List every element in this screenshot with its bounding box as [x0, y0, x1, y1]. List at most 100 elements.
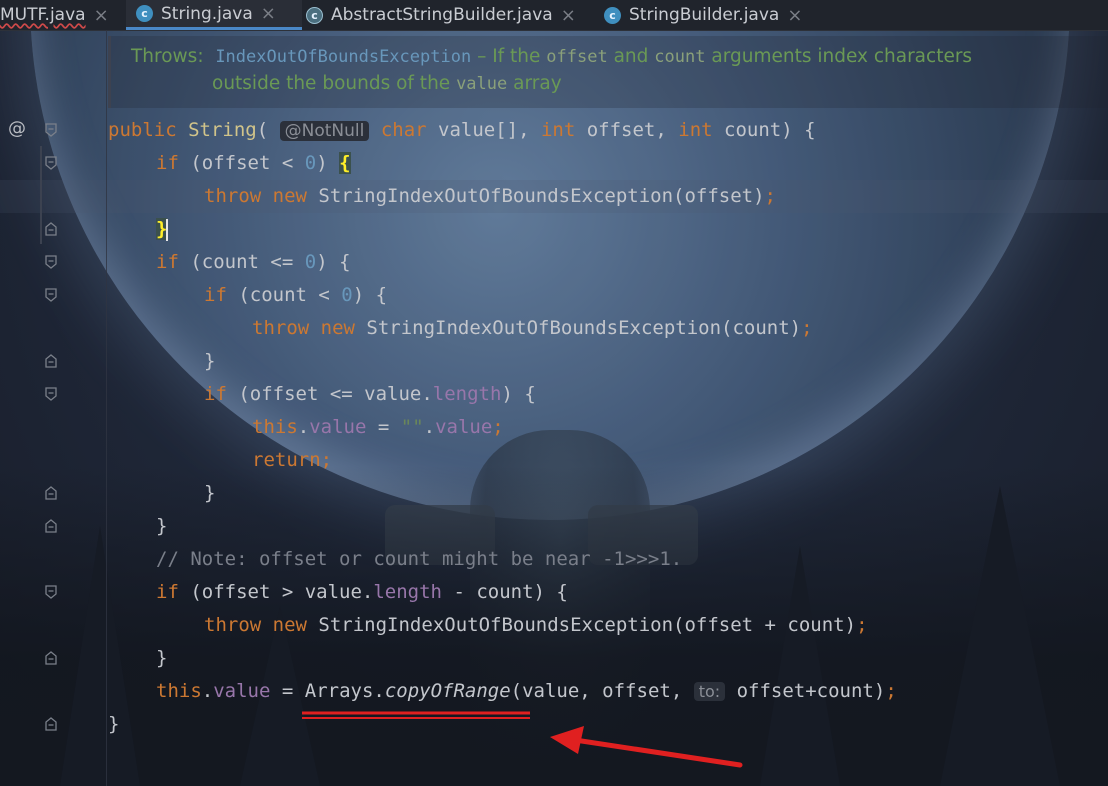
fold-close-icon[interactable] — [44, 354, 58, 368]
code-token: StringIndexOutOfBoundsException — [354, 317, 722, 339]
code-line-2[interactable]: if (offset < 0) { — [156, 151, 351, 175]
tab-label: AbstractStringBuilder.java — [331, 5, 553, 25]
notnull-inlay: @NotNull — [279, 121, 370, 141]
fold-close-icon[interactable] — [44, 651, 58, 665]
code-line-17[interactable]: } — [156, 646, 167, 670]
code-token: } — [156, 515, 168, 537]
code-line-16[interactable]: throw new StringIndexOutOfBoundsExceptio… — [204, 613, 868, 637]
punctuation: ; — [320, 449, 333, 471]
tree — [60, 526, 140, 786]
rendered-javadoc: Throws: IndexOutOfBoundsException – If t… — [108, 36, 1108, 108]
code-token: (offset + count) — [673, 614, 857, 636]
code-line-12[interactable]: } — [204, 481, 215, 505]
tab-label: String.java — [161, 3, 253, 24]
code-line-18[interactable]: this.value = Arrays.copyOfRange(value, o… — [156, 679, 897, 704]
code-token: (count) — [721, 317, 802, 339]
field: length — [373, 581, 442, 603]
fold-open-icon[interactable] — [44, 288, 58, 302]
text-caret — [166, 218, 169, 241]
class-icon: c — [136, 5, 153, 22]
keyword: int — [540, 119, 576, 141]
class-icon: c — [604, 6, 621, 24]
code-token: count) { — [712, 119, 816, 141]
field: value — [213, 680, 271, 702]
fold-close-icon[interactable] — [44, 222, 58, 236]
fold-open-icon[interactable] — [44, 585, 58, 599]
doc-text: arguments index characters — [705, 46, 973, 67]
code-token: (offset > value. — [178, 581, 374, 603]
change-marker — [40, 146, 42, 244]
code-line-7[interactable]: throw new StringIndexOutOfBoundsExceptio… — [252, 316, 813, 340]
code-token: = — [366, 416, 401, 438]
fold-open-icon[interactable] — [44, 156, 58, 170]
code-line-3[interactable]: throw new StringIndexOutOfBoundsExceptio… — [204, 184, 776, 208]
code-token: (count < — [226, 284, 342, 306]
doc-code: count — [654, 47, 706, 67]
number: 0 — [341, 284, 353, 306]
keyword: throw — [204, 185, 262, 207]
tab-abstract-string-builder[interactable]: c AbstractStringBuilder.java × — [306, 0, 596, 30]
keyword: throw — [204, 614, 262, 636]
code-line-10[interactable]: this.value = "".value; — [252, 415, 504, 439]
override-marker-icon[interactable]: @ — [8, 118, 26, 139]
keyword: new — [272, 185, 307, 207]
code-token: StringIndexOutOfBoundsException — [306, 185, 674, 207]
close-icon[interactable]: × — [261, 3, 276, 24]
static-method-call[interactable]: copyOfRange — [385, 680, 511, 702]
code-token: - count) { — [442, 581, 568, 603]
keyword: char — [380, 119, 427, 141]
fold-close-icon[interactable] — [44, 519, 58, 533]
tab-mutf[interactable]: MUTF.java × — [0, 0, 126, 30]
code-token: } — [156, 647, 168, 669]
keyword: return — [252, 449, 321, 471]
number: 0 — [304, 251, 317, 273]
fold-close-icon[interactable] — [44, 717, 58, 731]
code-token: ) { — [352, 284, 388, 306]
tree — [940, 486, 1060, 786]
class-ref: Arrays. — [304, 680, 385, 702]
code-line-14[interactable]: // Note: offset or count might be near -… — [156, 547, 682, 571]
code-line-19[interactable]: } — [108, 712, 119, 736]
javadoc-throws-line: Throws: IndexOutOfBoundsException – If t… — [131, 46, 972, 67]
exception-link[interactable]: IndexOutOfBoundsException — [215, 47, 471, 67]
fold-open-icon[interactable] — [44, 255, 58, 269]
doc-code: value — [456, 74, 508, 94]
fold-open-icon[interactable] — [44, 123, 58, 137]
code-token: . — [423, 416, 436, 438]
code-line-9[interactable]: if (offset <= value.length) { — [204, 382, 536, 406]
keyword: if — [204, 383, 227, 405]
tree — [760, 546, 840, 786]
tab-string-java[interactable]: c String.java × — [126, 0, 302, 30]
keyword: if — [204, 284, 227, 306]
code-line-4[interactable]: } — [156, 217, 169, 241]
constructor-name: String — [188, 119, 257, 141]
doc-text: – If the — [471, 46, 547, 67]
fold-open-icon[interactable] — [44, 387, 58, 401]
close-icon[interactable]: × — [561, 5, 576, 26]
code-line-11[interactable]: return; — [252, 448, 332, 472]
tab-label: StringBuilder.java — [629, 5, 780, 25]
keyword: throw — [252, 317, 310, 339]
fold-close-icon[interactable] — [44, 486, 58, 500]
keyword: if — [156, 152, 179, 174]
tab-label: MUTF.java — [0, 5, 86, 25]
code-line-13[interactable]: } — [156, 514, 167, 538]
code-token: (value, offset, — [510, 680, 694, 702]
close-icon[interactable]: × — [787, 5, 802, 26]
code-token: . — [201, 680, 214, 702]
field: value — [309, 416, 367, 438]
close-icon[interactable]: × — [94, 5, 109, 26]
matched-brace: { — [339, 152, 351, 174]
code-token: offset, — [575, 119, 679, 141]
punctuation: ; — [885, 680, 897, 702]
code-token: (count <= — [178, 251, 305, 273]
code-line-1[interactable]: public String( @NotNull char value[], in… — [108, 118, 816, 143]
code-line-5[interactable]: if (count <= 0) { — [156, 250, 351, 274]
doc-text: outside the bounds of the — [212, 73, 457, 94]
code-line-6[interactable]: if (count < 0) { — [204, 283, 387, 307]
code-token: } — [108, 713, 120, 735]
code-line-15[interactable]: if (offset > value.length - count) { — [156, 580, 568, 604]
code-line-8[interactable]: } — [204, 349, 215, 373]
tab-string-builder[interactable]: c StringBuilder.java × — [604, 0, 816, 30]
code-token: . — [297, 416, 310, 438]
